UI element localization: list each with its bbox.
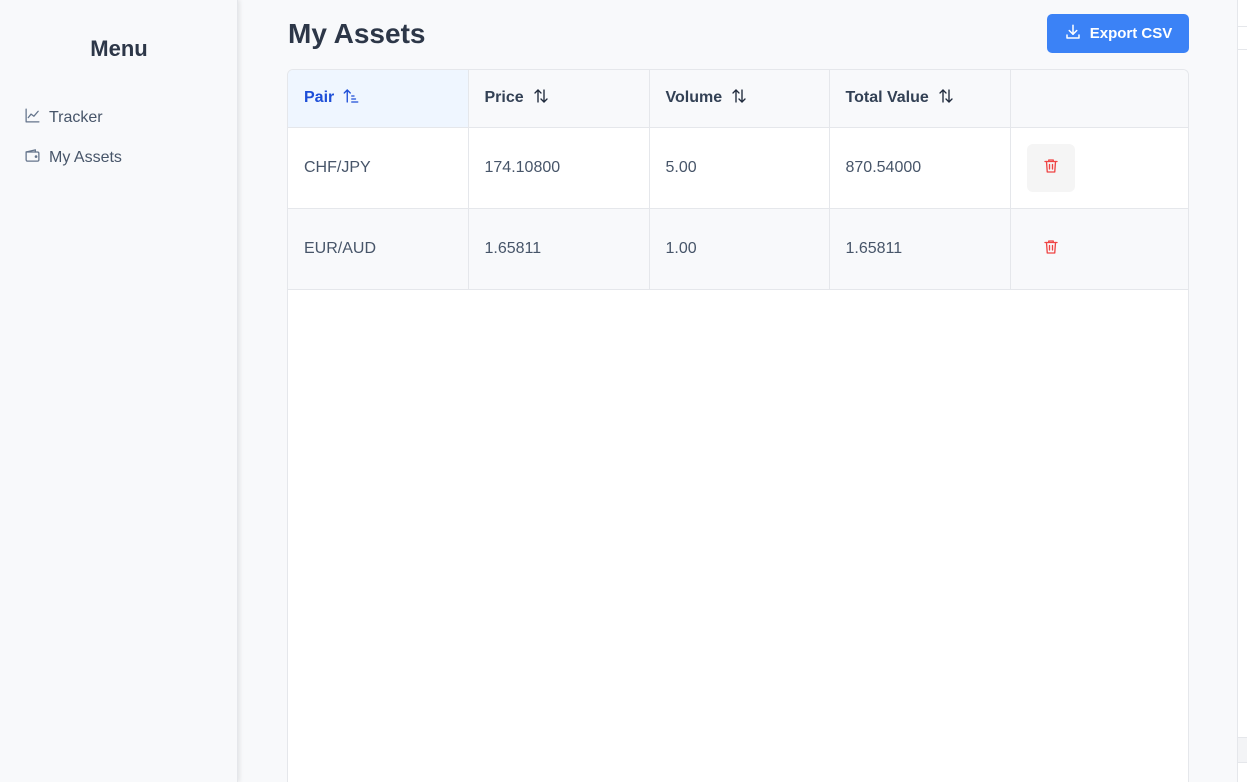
column-label: Pair <box>304 89 335 107</box>
sidebar: Menu Tracker My Assets <box>0 0 238 782</box>
wallet-icon <box>24 147 41 169</box>
menu-title: Menu <box>90 36 148 61</box>
column-label: Total Value <box>845 89 929 107</box>
page-title: My Assets <box>288 18 426 49</box>
delete-button[interactable] <box>1027 225 1075 273</box>
cell-actions <box>1010 208 1188 290</box>
sort-icon <box>937 87 955 110</box>
column-label: Price <box>484 89 524 107</box>
table-row: EUR/AUD 1.65811 1.00 1.65811 <box>288 208 1188 290</box>
scrollbar-up-area[interactable] <box>1238 26 1247 50</box>
sort-icon <box>730 87 748 110</box>
cell-volume: 1.00 <box>649 208 830 290</box>
cell-price: 1.65811 <box>468 208 650 290</box>
trash-icon <box>1042 238 1060 259</box>
sidebar-item-label: My Assets <box>49 149 122 166</box>
table-row: CHF/JPY 174.10800 5.00 870.54000 <box>288 127 1188 209</box>
column-header-price[interactable]: Price <box>468 70 650 128</box>
cell-price: 174.10800 <box>468 127 650 209</box>
column-label: Volume <box>665 89 723 107</box>
download-icon <box>1064 23 1082 45</box>
sidebar-item-my-assets[interactable]: My Assets <box>24 146 122 170</box>
assets-table: Pair Price Volume Total Value CHF/JPY 17… <box>287 69 1189 782</box>
sidebar-item-label: Tracker <box>49 109 103 126</box>
cell-total-value: 1.65811 <box>829 208 1011 290</box>
cell-total-value: 870.54000 <box>829 127 1011 209</box>
cell-volume: 5.00 <box>649 127 830 209</box>
column-header-total-value[interactable]: Total Value <box>829 70 1011 128</box>
column-header-volume[interactable]: Volume <box>649 70 830 128</box>
sort-ascending-icon <box>342 87 360 110</box>
cell-pair: EUR/AUD <box>288 208 469 290</box>
sort-icon <box>532 87 550 110</box>
column-header-actions <box>1010 70 1188 128</box>
cell-pair: CHF/JPY <box>288 127 469 209</box>
delete-button[interactable] <box>1026 143 1075 192</box>
scrollbar[interactable] <box>1237 0 1247 782</box>
export-csv-button[interactable]: Export CSV <box>1047 14 1189 53</box>
scrollbar-down-area[interactable] <box>1238 737 1247 763</box>
trash-icon <box>1042 157 1060 178</box>
chart-line-icon <box>24 107 41 129</box>
cell-actions <box>1010 127 1188 209</box>
table-header-row: Pair Price Volume Total Value <box>288 70 1188 128</box>
column-header-pair[interactable]: Pair <box>288 70 469 128</box>
sidebar-item-tracker[interactable]: Tracker <box>24 106 103 130</box>
export-label: Export CSV <box>1089 25 1173 42</box>
